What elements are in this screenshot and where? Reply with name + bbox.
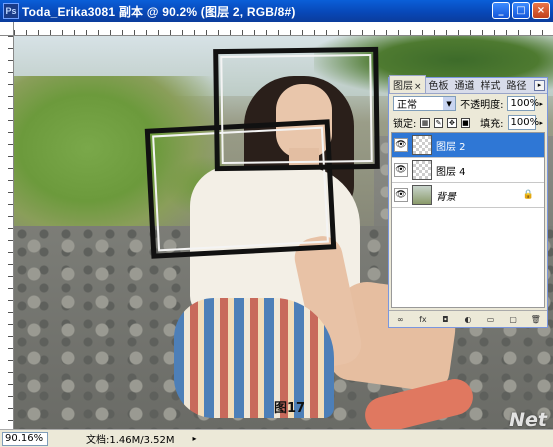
lock-brush-icon[interactable]: ✎ (433, 117, 444, 128)
blend-mode-value: 正常 (397, 100, 417, 111)
visibility-eye-icon[interactable]: 👁 (394, 138, 408, 152)
tab-channels[interactable]: 通道 (452, 76, 478, 93)
status-bar: 90.16% 文档:1.46M/3.52M ▸ (0, 429, 553, 447)
tab-swatches[interactable]: 色板 (426, 76, 452, 93)
fill-slider-arrow-icon[interactable]: ▸ (540, 119, 544, 127)
opacity-input[interactable]: 100% (507, 96, 539, 111)
trash-icon[interactable]: 🗑 (530, 314, 542, 325)
document-size-info: 文档:1.46M/3.52M (86, 435, 175, 446)
lock-transparency-icon[interactable]: ▦ (420, 117, 430, 128)
photo-girl-skirt (174, 298, 334, 418)
ruler-corner[interactable] (0, 22, 14, 36)
panel-menu-icon[interactable]: ▸ (534, 80, 545, 91)
fill-input[interactable]: 100% (507, 115, 539, 130)
minimize-button[interactable]: _ (492, 2, 510, 19)
blend-row: 正常 ▼ 不透明度: 100% ▸ (389, 94, 547, 113)
tab-layers[interactable]: 图层× (389, 75, 426, 93)
figure-caption: 图17 (274, 401, 306, 416)
photoshop-app-icon: Ps (3, 3, 19, 19)
layer-row-background[interactable]: 👁 背景 🔒 (392, 183, 544, 208)
tab-close-icon[interactable]: × (414, 82, 422, 92)
photo-frame-upper (213, 46, 380, 172)
layer-row-layer-2[interactable]: 👁 图层 2 (392, 133, 544, 158)
panel-footer: ∞ fx ◘ ◐ ▭ ▢ 🗑 (389, 310, 547, 327)
lock-label: 锁定: (393, 119, 417, 130)
fill-label: 填充: (480, 119, 504, 130)
new-layer-icon[interactable]: ▢ (507, 314, 519, 325)
tab-paths[interactable]: 路径 (504, 76, 530, 93)
window-title: Toda_Erika3081 副本 @ 90.2% (图层 2, RGB/8#) (22, 4, 296, 19)
status-menu-arrow-icon[interactable]: ▸ (193, 434, 197, 443)
lock-row: 锁定: ▦ ✎ ✥ ■ 填充: 100% ▸ (389, 113, 547, 132)
link-icon[interactable]: ∞ (394, 314, 406, 325)
mask-icon[interactable]: ◘ (439, 314, 451, 325)
layers-panel: 图层× 色板 通道 样式 路径 ▸ 正常 ▼ 不透明度: 100% ▸ 锁定: … (388, 75, 548, 328)
layer-thumbnail (412, 160, 432, 180)
visibility-eye-icon[interactable]: 👁 (394, 188, 408, 202)
tab-styles[interactable]: 样式 (478, 76, 504, 93)
layer-name: 图层 2 (436, 141, 466, 153)
layer-name: 背景 (436, 191, 456, 203)
ruler-horizontal[interactable] (14, 22, 553, 36)
opacity-slider-arrow-icon[interactable]: ▸ (539, 100, 543, 108)
visibility-eye-icon[interactable]: 👁 (394, 163, 408, 177)
folder-icon[interactable]: ▭ (485, 314, 497, 325)
adjustment-icon[interactable]: ◐ (462, 314, 474, 325)
lock-all-icon[interactable]: ■ (460, 117, 471, 128)
layer-name: 图层 4 (436, 166, 466, 178)
layer-thumbnail (412, 185, 432, 205)
chevron-down-icon: ▼ (443, 97, 456, 110)
close-button[interactable]: × (532, 2, 550, 19)
opacity-label: 不透明度: (460, 100, 504, 111)
blend-mode-select[interactable]: 正常 ▼ (393, 96, 457, 111)
layer-row-layer-4[interactable]: 👁 图层 4 (392, 158, 544, 183)
site-watermark: Net (509, 409, 547, 431)
zoom-input[interactable]: 90.16% (2, 431, 48, 446)
panel-tabs: 图层× 色板 通道 样式 路径 ▸ (389, 75, 547, 94)
title-bar: Ps Toda_Erika3081 副本 @ 90.2% (图层 2, RGB/… (0, 0, 553, 22)
tab-label: 图层 (393, 81, 413, 92)
lock-move-icon[interactable]: ✥ (447, 117, 457, 128)
fx-icon[interactable]: fx (417, 314, 429, 325)
layers-list: 👁 图层 2 👁 图层 4 👁 背景 🔒 (391, 132, 545, 308)
maximize-button[interactable]: □ (512, 2, 530, 19)
layer-thumbnail (412, 135, 432, 155)
ruler-vertical[interactable] (0, 36, 14, 429)
lock-icon: 🔒 (522, 190, 534, 200)
